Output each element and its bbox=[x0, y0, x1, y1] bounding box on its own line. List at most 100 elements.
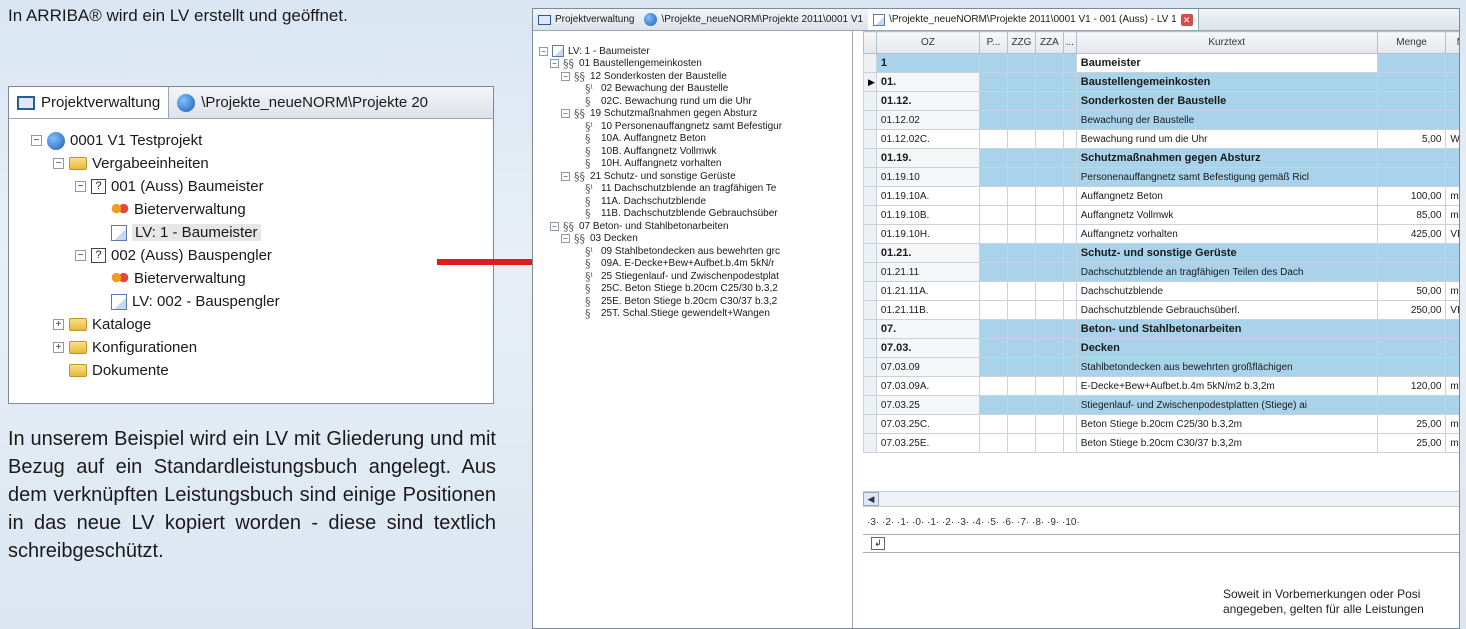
cell-zza[interactable] bbox=[1034, 414, 1064, 434]
column-header-me[interactable]: ME bbox=[1445, 31, 1459, 54]
table-row[interactable]: 01.21.11A. Dachschutzblende 50,00 m bbox=[863, 281, 1459, 301]
cell-zza[interactable] bbox=[1034, 91, 1064, 111]
cell-zza[interactable] bbox=[1034, 186, 1064, 206]
cell-me[interactable] bbox=[1445, 110, 1459, 130]
table-row[interactable]: 01.12.02C. Bewachung rund um die Uhr 5,00 W… bbox=[863, 129, 1459, 149]
lv-tree-item[interactable]: § 09A. E-Decke+Bew+Aufbet.b.4m 5kN/r bbox=[539, 258, 852, 271]
cell-zzg[interactable] bbox=[1006, 319, 1036, 339]
cell-oz[interactable]: 07.03.25C. bbox=[875, 414, 981, 434]
table-row[interactable]: 07.03.09A. E-Decke+Bew+Aufbet.b.4m 5kN/m2… bbox=[863, 376, 1459, 396]
cell-menge[interactable] bbox=[1376, 319, 1447, 339]
cell-p[interactable] bbox=[979, 338, 1008, 358]
cell-oz[interactable]: 01.12.02C. bbox=[875, 129, 981, 149]
table-row[interactable]: 01.19.10A. Auffangnetz Beton100,00m² bbox=[863, 186, 1459, 206]
cell-kurztext[interactable]: Bewachung rund um die Uhr bbox=[1075, 129, 1378, 149]
cell-zza[interactable] bbox=[1034, 395, 1064, 415]
table-row[interactable]: 1 Baumeister bbox=[863, 53, 1459, 73]
lv-tree-item[interactable]: § 10H. Auffangnetz vorhalten bbox=[539, 158, 852, 171]
cell-me[interactable] bbox=[1445, 395, 1459, 415]
cell-more[interactable] bbox=[1062, 129, 1077, 149]
horizontal-scrollbar[interactable]: ◀ bbox=[863, 491, 1459, 507]
cell-zza[interactable] bbox=[1034, 357, 1064, 377]
lv-tree-item[interactable]: − §§ 03 Decken bbox=[539, 233, 852, 245]
cell-menge[interactable] bbox=[1376, 110, 1447, 130]
cell-menge[interactable] bbox=[1376, 338, 1447, 358]
cell-p[interactable] bbox=[979, 395, 1008, 415]
cell-oz[interactable]: 01.19. bbox=[875, 148, 981, 168]
cell-me[interactable] bbox=[1445, 72, 1459, 92]
cell-me[interactable] bbox=[1445, 148, 1459, 168]
column-header-p[interactable]: P... bbox=[979, 31, 1008, 54]
tree-item-vergabeeinheiten[interactable]: − Vergabeeinheiten bbox=[31, 152, 493, 175]
cell-zzg[interactable] bbox=[1006, 414, 1036, 434]
lv-tree-item[interactable]: § 11A. Dachschutzblende bbox=[539, 195, 852, 208]
cell-p[interactable] bbox=[979, 262, 1008, 282]
cell-more[interactable] bbox=[1062, 414, 1077, 434]
tab-project[interactable]: \Projekte_neueNORM\Projekte 2011\0001 V1 bbox=[639, 9, 868, 30]
table-row[interactable]: 01.12.02 Bewachung der Baustelle bbox=[863, 110, 1459, 130]
table-row[interactable]: 07.03.25E. Beton Stiege b.20cm C30/37 b.3… bbox=[863, 433, 1459, 453]
cell-zza[interactable] bbox=[1034, 72, 1064, 92]
cell-menge[interactable]: 50,00 bbox=[1376, 281, 1447, 301]
cell-p[interactable] bbox=[979, 376, 1008, 396]
cell-p[interactable] bbox=[979, 243, 1008, 263]
cell-kurztext[interactable]: E-Decke+Bew+Aufbet.b.4m 5kN/m2 b.3,2m bbox=[1075, 376, 1378, 396]
cell-menge[interactable]: 25,00 bbox=[1376, 414, 1447, 434]
cell-zzg[interactable] bbox=[1006, 224, 1036, 244]
lv-tree-item[interactable]: − §§ 21 Schutz- und sonstige Gerüste bbox=[539, 170, 852, 183]
cell-kurztext[interactable]: Auffangnetz Beton bbox=[1075, 186, 1378, 206]
cell-menge[interactable] bbox=[1376, 53, 1447, 73]
cell-oz[interactable]: 01.19.10A. bbox=[875, 186, 981, 206]
cell-me[interactable]: m² bbox=[1445, 186, 1459, 206]
cell-more[interactable] bbox=[1062, 376, 1077, 396]
cell-zza[interactable] bbox=[1034, 338, 1064, 358]
cell-p[interactable] bbox=[979, 300, 1008, 320]
cell-p[interactable] bbox=[979, 186, 1008, 206]
lv-tree-item[interactable]: §ⁱ 25 Stiegenlauf- und Zwischenpodestplat bbox=[539, 270, 852, 283]
cell-zzg[interactable] bbox=[1006, 395, 1036, 415]
cell-menge[interactable]: 250,00 bbox=[1376, 300, 1447, 320]
cell-kurztext[interactable]: Personenauffangnetz samt Befestigung gem… bbox=[1075, 167, 1378, 187]
lv-tree-item[interactable]: − §§ 12 Sonderkosten der Baustelle bbox=[539, 70, 852, 83]
cell-kurztext[interactable]: Baumeister bbox=[1075, 53, 1378, 73]
table-row[interactable]: 01.21.11 Dachschutzblende an tragfähigen … bbox=[863, 262, 1459, 282]
cell-more[interactable] bbox=[1062, 300, 1077, 320]
cell-more[interactable] bbox=[1062, 262, 1077, 282]
tab-lv[interactable]: \Projekte_neueNORM\Projekte 2011\0001 V1… bbox=[868, 9, 1199, 30]
column-header-zzg[interactable]: ZZG bbox=[1006, 31, 1036, 54]
cell-oz[interactable]: 01.21. bbox=[875, 243, 981, 263]
cell-zzg[interactable] bbox=[1006, 433, 1036, 453]
cell-zzg[interactable] bbox=[1006, 281, 1036, 301]
cell-me[interactable] bbox=[1445, 338, 1459, 358]
cell-zza[interactable] bbox=[1034, 262, 1064, 282]
cell-menge[interactable] bbox=[1376, 148, 1447, 168]
cell-kurztext[interactable]: Decken bbox=[1075, 338, 1378, 358]
tree-item-lv-bauspengler[interactable]: LV: 002 - Bauspengler bbox=[31, 290, 493, 313]
cell-oz[interactable]: 01.21.11B. bbox=[875, 300, 981, 320]
cell-me[interactable]: VE bbox=[1445, 224, 1459, 244]
cell-kurztext[interactable]: Stahlbetondecken aus bewehrten großfläch… bbox=[1075, 357, 1378, 377]
collapse-icon[interactable]: − bbox=[75, 250, 86, 261]
expand-icon[interactable]: + bbox=[53, 319, 64, 330]
cell-zzg[interactable] bbox=[1006, 300, 1036, 320]
cell-me[interactable] bbox=[1445, 262, 1459, 282]
cell-menge[interactable] bbox=[1376, 72, 1447, 92]
lv-tree-item[interactable]: − §§ 01 Baustellengemeinkosten bbox=[539, 58, 852, 70]
cell-more[interactable] bbox=[1062, 91, 1077, 111]
cell-menge[interactable] bbox=[1376, 262, 1447, 282]
cell-zza[interactable] bbox=[1034, 319, 1064, 339]
cell-zza[interactable] bbox=[1034, 224, 1064, 244]
cell-kurztext[interactable]: Auffangnetz vorhalten bbox=[1075, 224, 1378, 244]
lv-tree-item[interactable]: § 25E. Beton Stiege b.20cm C30/37 b.3,2 bbox=[539, 295, 852, 308]
cell-kurztext[interactable]: Stiegenlauf- und Zwischenpodestplatten (… bbox=[1075, 395, 1378, 415]
cell-zzg[interactable] bbox=[1006, 357, 1036, 377]
cell-zzg[interactable] bbox=[1006, 148, 1036, 168]
cell-kurztext[interactable]: Dachschutzblende Gebrauchsüberl. bbox=[1075, 300, 1378, 320]
lv-tree-item[interactable]: § 10B. Auffangnetz Vollmwk bbox=[539, 145, 852, 158]
cell-oz[interactable]: 07.03.25 bbox=[875, 395, 981, 415]
cell-p[interactable] bbox=[979, 129, 1008, 149]
cell-me[interactable] bbox=[1445, 319, 1459, 339]
cell-zzg[interactable] bbox=[1006, 262, 1036, 282]
cell-p[interactable] bbox=[979, 110, 1008, 130]
cell-kurztext[interactable]: Bewachung der Baustelle bbox=[1075, 110, 1378, 130]
